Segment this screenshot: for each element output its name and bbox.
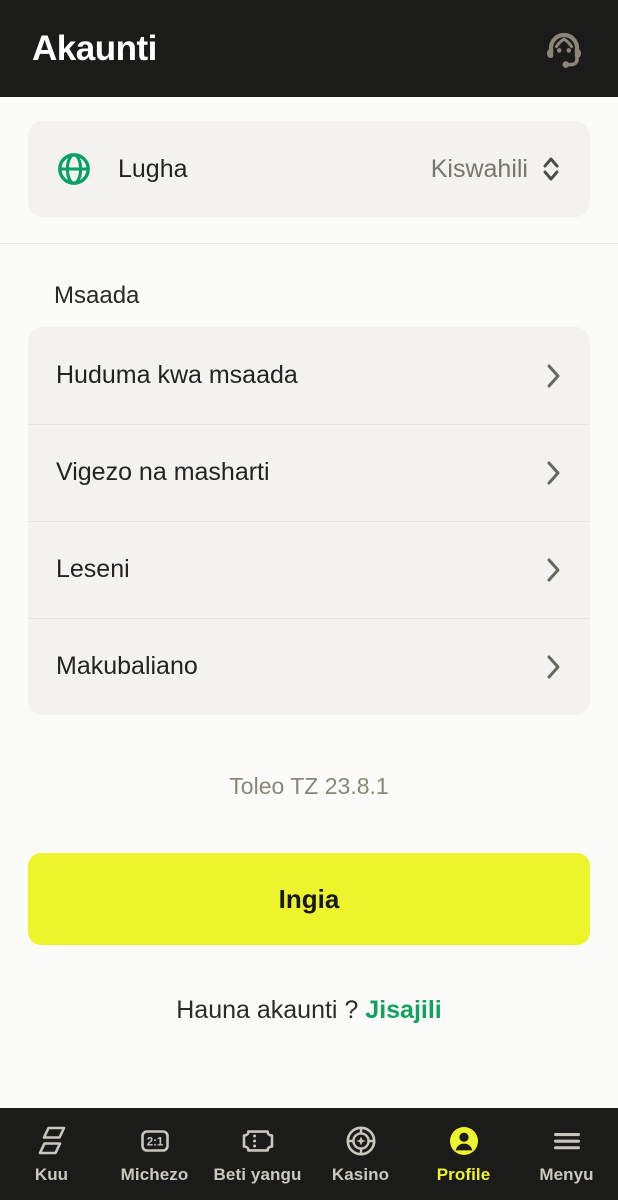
odds-board-icon: 2:1 [138, 1124, 172, 1158]
chevron-right-icon [546, 362, 562, 390]
nav-label: Beti yangu [213, 1164, 302, 1184]
nav-label: Kasino [331, 1164, 390, 1184]
nav-item-kuu[interactable]: Kuu [0, 1108, 103, 1200]
chevron-right-icon [546, 459, 562, 487]
account-screen: Akaunti Lugha Kiswahili Msaada Huduma kw… [0, 0, 618, 1200]
help-section-title: Msaada [54, 282, 140, 309]
nav-item-beti-yangu[interactable]: Beti yangu [206, 1108, 309, 1200]
nav-item-michezo[interactable]: 2:1 Michezo [103, 1108, 206, 1200]
language-value: Kiswahili [430, 154, 528, 183]
chevron-right-icon [546, 556, 562, 584]
list-item-label: Makubaliano [56, 652, 198, 680]
svg-text:2:1: 2:1 [146, 1136, 163, 1148]
list-item-label: Vigezo na masharti [56, 458, 270, 486]
login-button-wrap: Ingia [0, 800, 618, 945]
nav-label: Kuu [34, 1164, 69, 1184]
list-item[interactable]: Leseni [28, 521, 590, 618]
list-item-label: Leseni [56, 555, 130, 583]
settings-content: Lugha Kiswahili Msaada Huduma kwa msaada [0, 97, 618, 1108]
signup-prompt-text: Hauna akaunti ? [176, 996, 359, 1024]
person-circle-icon [447, 1124, 481, 1158]
nav-item-menyu[interactable]: Menyu [515, 1108, 618, 1200]
hamburger-menu-icon [550, 1124, 584, 1158]
nav-item-kasino[interactable]: Kasino [309, 1108, 412, 1200]
globe-icon [56, 151, 92, 187]
language-section: Lugha Kiswahili [0, 97, 618, 243]
chevron-right-icon [546, 653, 562, 681]
nav-item-profile[interactable]: Profile [412, 1108, 515, 1200]
app-header: Akaunti [0, 0, 618, 97]
language-label: Lugha [118, 154, 188, 183]
signup-prompt-row: Hauna akaunti ? Jisajili [0, 945, 618, 1025]
help-list: Huduma kwa msaada Vigezo na masharti Les… [28, 327, 590, 715]
language-selector-row[interactable]: Lugha Kiswahili [28, 121, 590, 217]
login-button[interactable]: Ingia [28, 853, 590, 945]
page-title: Akaunti [32, 29, 157, 68]
list-item-label: Huduma kwa msaada [56, 361, 298, 389]
casino-chip-icon [344, 1124, 378, 1158]
home-panels-icon [35, 1124, 69, 1158]
nav-label: Profile [436, 1164, 491, 1184]
list-item[interactable]: Huduma kwa msaada [28, 327, 590, 424]
headset-support-icon[interactable] [538, 23, 590, 75]
nav-label: Menyu [539, 1164, 594, 1184]
list-item[interactable]: Makubaliano [28, 618, 590, 715]
bottom-navigation: Kuu 2:1 Michezo Beti yangu Kasino Profil… [0, 1108, 618, 1200]
nav-label: Michezo [120, 1164, 189, 1184]
list-item[interactable]: Vigezo na masharti [28, 424, 590, 521]
signup-link[interactable]: Jisajili [365, 996, 441, 1024]
unfold-more-icon[interactable] [540, 154, 562, 184]
ticket-icon [240, 1124, 276, 1158]
app-version: Toleo TZ 23.8.1 [229, 773, 389, 799]
